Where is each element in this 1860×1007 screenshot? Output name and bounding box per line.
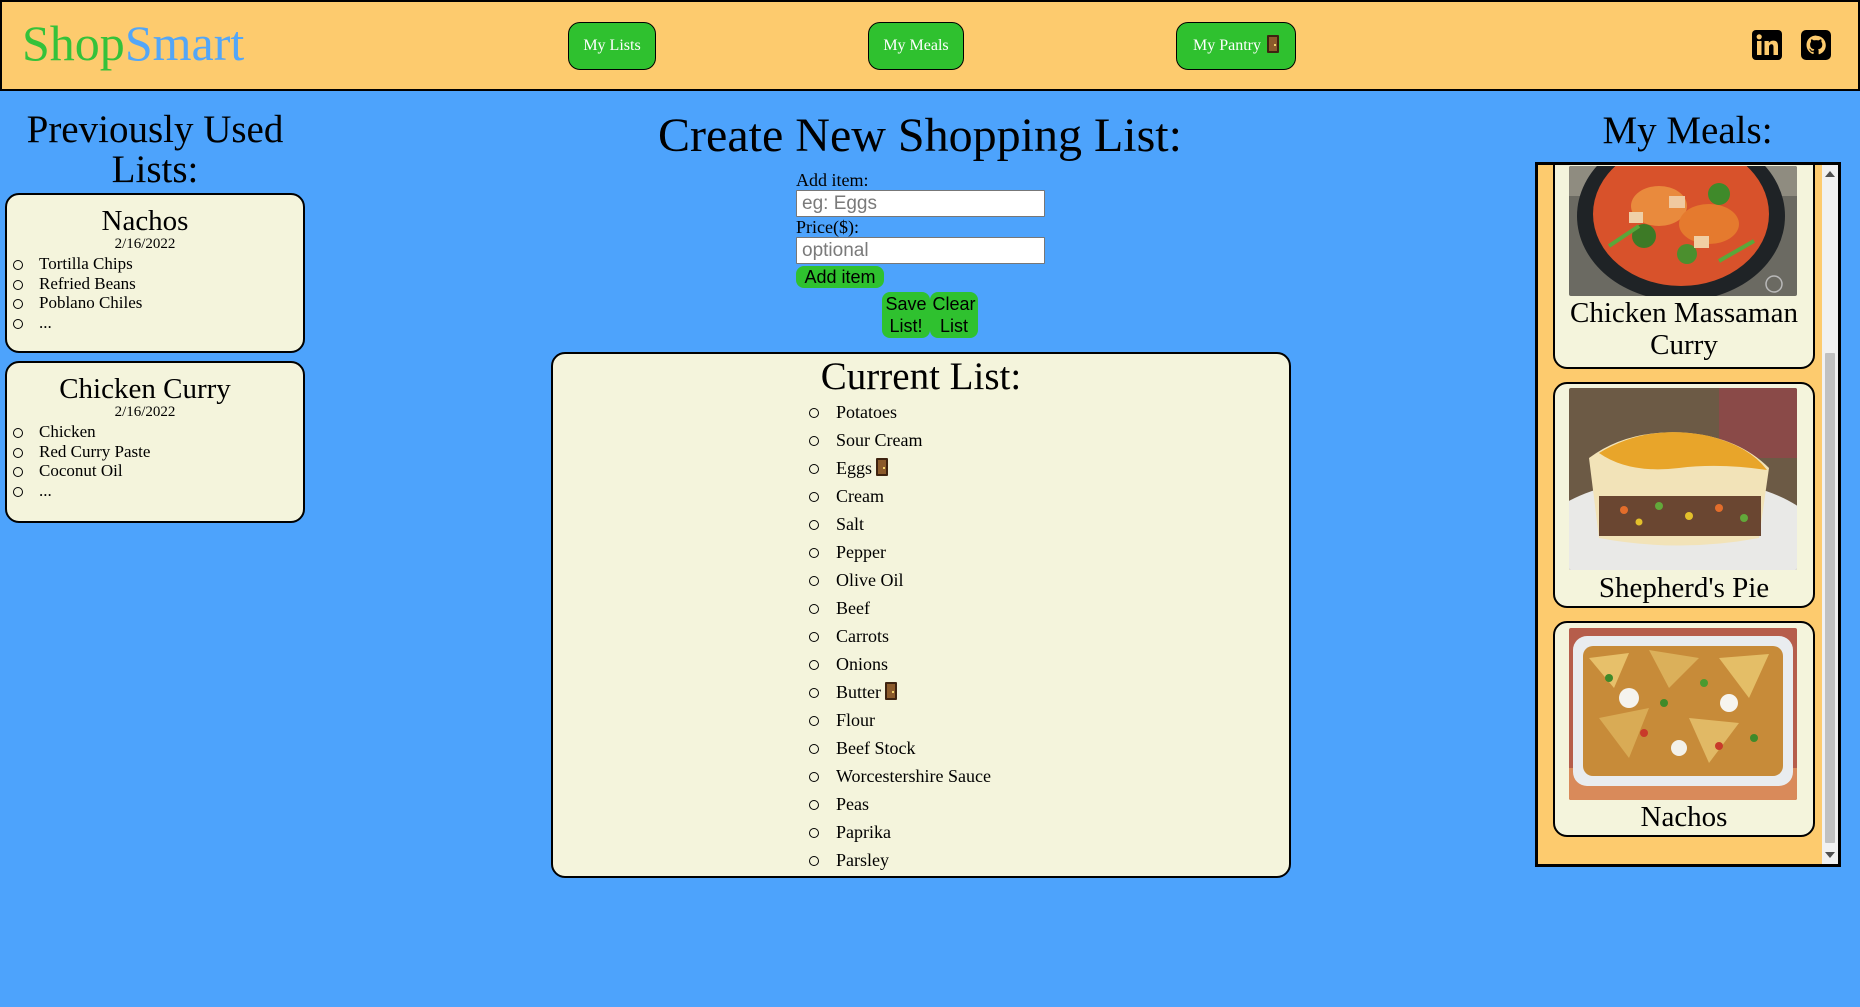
door-icon (885, 682, 897, 700)
door-icon (1267, 35, 1279, 53)
door-icon (876, 458, 888, 476)
scroll-thumb[interactable] (1825, 353, 1835, 843)
list-item[interactable]: Parsley (806, 846, 991, 874)
previous-list-name: Nachos (101, 205, 189, 237)
save-list-button[interactable]: Save List! (882, 292, 930, 338)
meal-name: Nachos (1640, 801, 1728, 833)
linkedin-icon[interactable] (1752, 30, 1782, 60)
price-input[interactable] (796, 237, 1045, 264)
brand-smart: Smart (124, 15, 245, 71)
list-item-label: Onions (836, 654, 889, 674)
previous-list-items: Tortilla Chips Refried Beans Poblano Chi… (7, 254, 303, 332)
list-item[interactable]: Olive Oil (806, 566, 991, 594)
list-item[interactable]: Worcestershire Sauce (806, 762, 991, 790)
my-pantry-button[interactable]: My Pantry (1176, 22, 1296, 70)
previous-list-name: Chicken Curry (59, 373, 231, 405)
scroll-up-arrow-icon[interactable] (1825, 171, 1835, 177)
list-item[interactable]: Beef Stock (806, 734, 991, 762)
list-item[interactable]: Onions (806, 650, 991, 678)
list-item[interactable]: Cream (806, 482, 991, 510)
list-item-label: Beef Stock (836, 738, 916, 758)
current-list-title: Current List: (820, 355, 1022, 398)
list-item[interactable]: Beef (806, 594, 991, 622)
list-item-label: Peas (836, 794, 869, 814)
list-item[interactable]: Pepper (806, 538, 991, 566)
my-meals-button[interactable]: My Meals (868, 22, 964, 70)
github-icon[interactable] (1801, 30, 1831, 60)
my-pantry-label: My Pantry (1193, 37, 1261, 54)
previous-list-items: Chicken Red Curry Paste Coconut Oil ... (7, 422, 303, 500)
list-item-label: Sour Cream (836, 430, 923, 450)
list-item-label: Beef (836, 598, 870, 618)
top-nav-bar: ShopSmart My Lists My Meals My Pantry (0, 0, 1860, 91)
meal-card-nachos[interactable]: Nachos (1553, 621, 1815, 837)
list-item-label: Cream (836, 486, 884, 506)
list-item: ... (7, 481, 303, 501)
my-meals-title: My Meals: (1602, 109, 1773, 152)
meal-card-shepherds-pie[interactable]: Shepherd's Pie (1553, 382, 1815, 608)
list-item-label: Carrots (836, 626, 889, 646)
clear-list-button[interactable]: Clear List (930, 292, 978, 338)
list-item-label: Flour (836, 710, 876, 730)
previous-list-card-chicken-curry[interactable]: Chicken Curry 2/16/2022 Chicken Red Curr… (5, 361, 305, 523)
list-item[interactable]: Flour (806, 706, 991, 734)
add-item-button[interactable]: Add item (796, 266, 884, 288)
list-item[interactable]: Eggs (806, 454, 991, 482)
list-item[interactable]: Paprika (806, 818, 991, 846)
current-list-items: Potatoes Sour Cream Eggs Cream Salt Pepper Oli… (806, 398, 991, 874)
meals-scrollbar[interactable] (1822, 165, 1838, 864)
create-list-title: Create New Shopping List: (658, 109, 1182, 162)
previous-list-date: 2/16/2022 (114, 404, 176, 420)
meal-name: Chicken Massaman Curry (1570, 297, 1798, 361)
meal-image-curry (1569, 166, 1797, 296)
meal-name: Shepherd's Pie (1598, 572, 1770, 604)
brand-shop: Shop (22, 15, 125, 71)
meal-image-nachos (1569, 628, 1797, 800)
list-item-label: Worcestershire Sauce (836, 766, 991, 786)
list-item-label: Salt (836, 514, 865, 534)
meal-card-chicken-massaman-curry[interactable]: Chicken Massaman Curry (1553, 165, 1815, 369)
list-item-label: Eggs (836, 458, 872, 478)
list-item: Coconut Oil (7, 461, 303, 481)
list-item: Chicken (7, 422, 303, 442)
list-item-label: Parsley (836, 850, 889, 870)
previous-list-date: 2/16/2022 (114, 236, 176, 252)
list-item: ... (7, 313, 303, 333)
meal-image-shepherds-pie (1569, 388, 1797, 570)
list-item: Refried Beans (7, 274, 303, 294)
current-list-panel: Current List: Potatoes Sour Cream Eggs Crea… (551, 352, 1291, 878)
list-item-label: Olive Oil (836, 570, 904, 590)
add-item-label: Add item: (796, 170, 869, 190)
price-label: Price($): (796, 217, 859, 237)
list-item[interactable]: Sour Cream (806, 426, 991, 454)
list-item: Red Curry Paste (7, 442, 303, 462)
list-item-label: Butter (836, 682, 881, 702)
add-item-form: Add item: Price($): (796, 170, 1056, 264)
scroll-down-arrow-icon[interactable] (1825, 852, 1835, 858)
add-item-input[interactable] (796, 190, 1045, 217)
my-lists-button[interactable]: My Lists (568, 22, 656, 70)
list-item-label: Paprika (836, 822, 891, 842)
list-item[interactable]: Peas (806, 790, 991, 818)
list-item[interactable]: Carrots (806, 622, 991, 650)
list-item-label: Pepper (836, 542, 886, 562)
list-item[interactable]: Potatoes (806, 398, 991, 426)
list-item[interactable]: Butter (806, 678, 991, 706)
list-item[interactable]: Salt (806, 510, 991, 538)
brand-logo[interactable]: ShopSmart (22, 14, 244, 72)
meals-scroll-panel[interactable]: Chicken Massaman Curry Shepherd's Pie Na… (1535, 162, 1841, 867)
list-item: Poblano Chiles (7, 293, 303, 313)
list-item: Tortilla Chips (7, 254, 303, 274)
previous-list-card-nachos[interactable]: Nachos 2/16/2022 Tortilla Chips Refried … (5, 193, 305, 353)
list-item-label: Potatoes (836, 402, 897, 422)
previously-used-lists-title: Previously Used Lists: (26, 108, 284, 191)
